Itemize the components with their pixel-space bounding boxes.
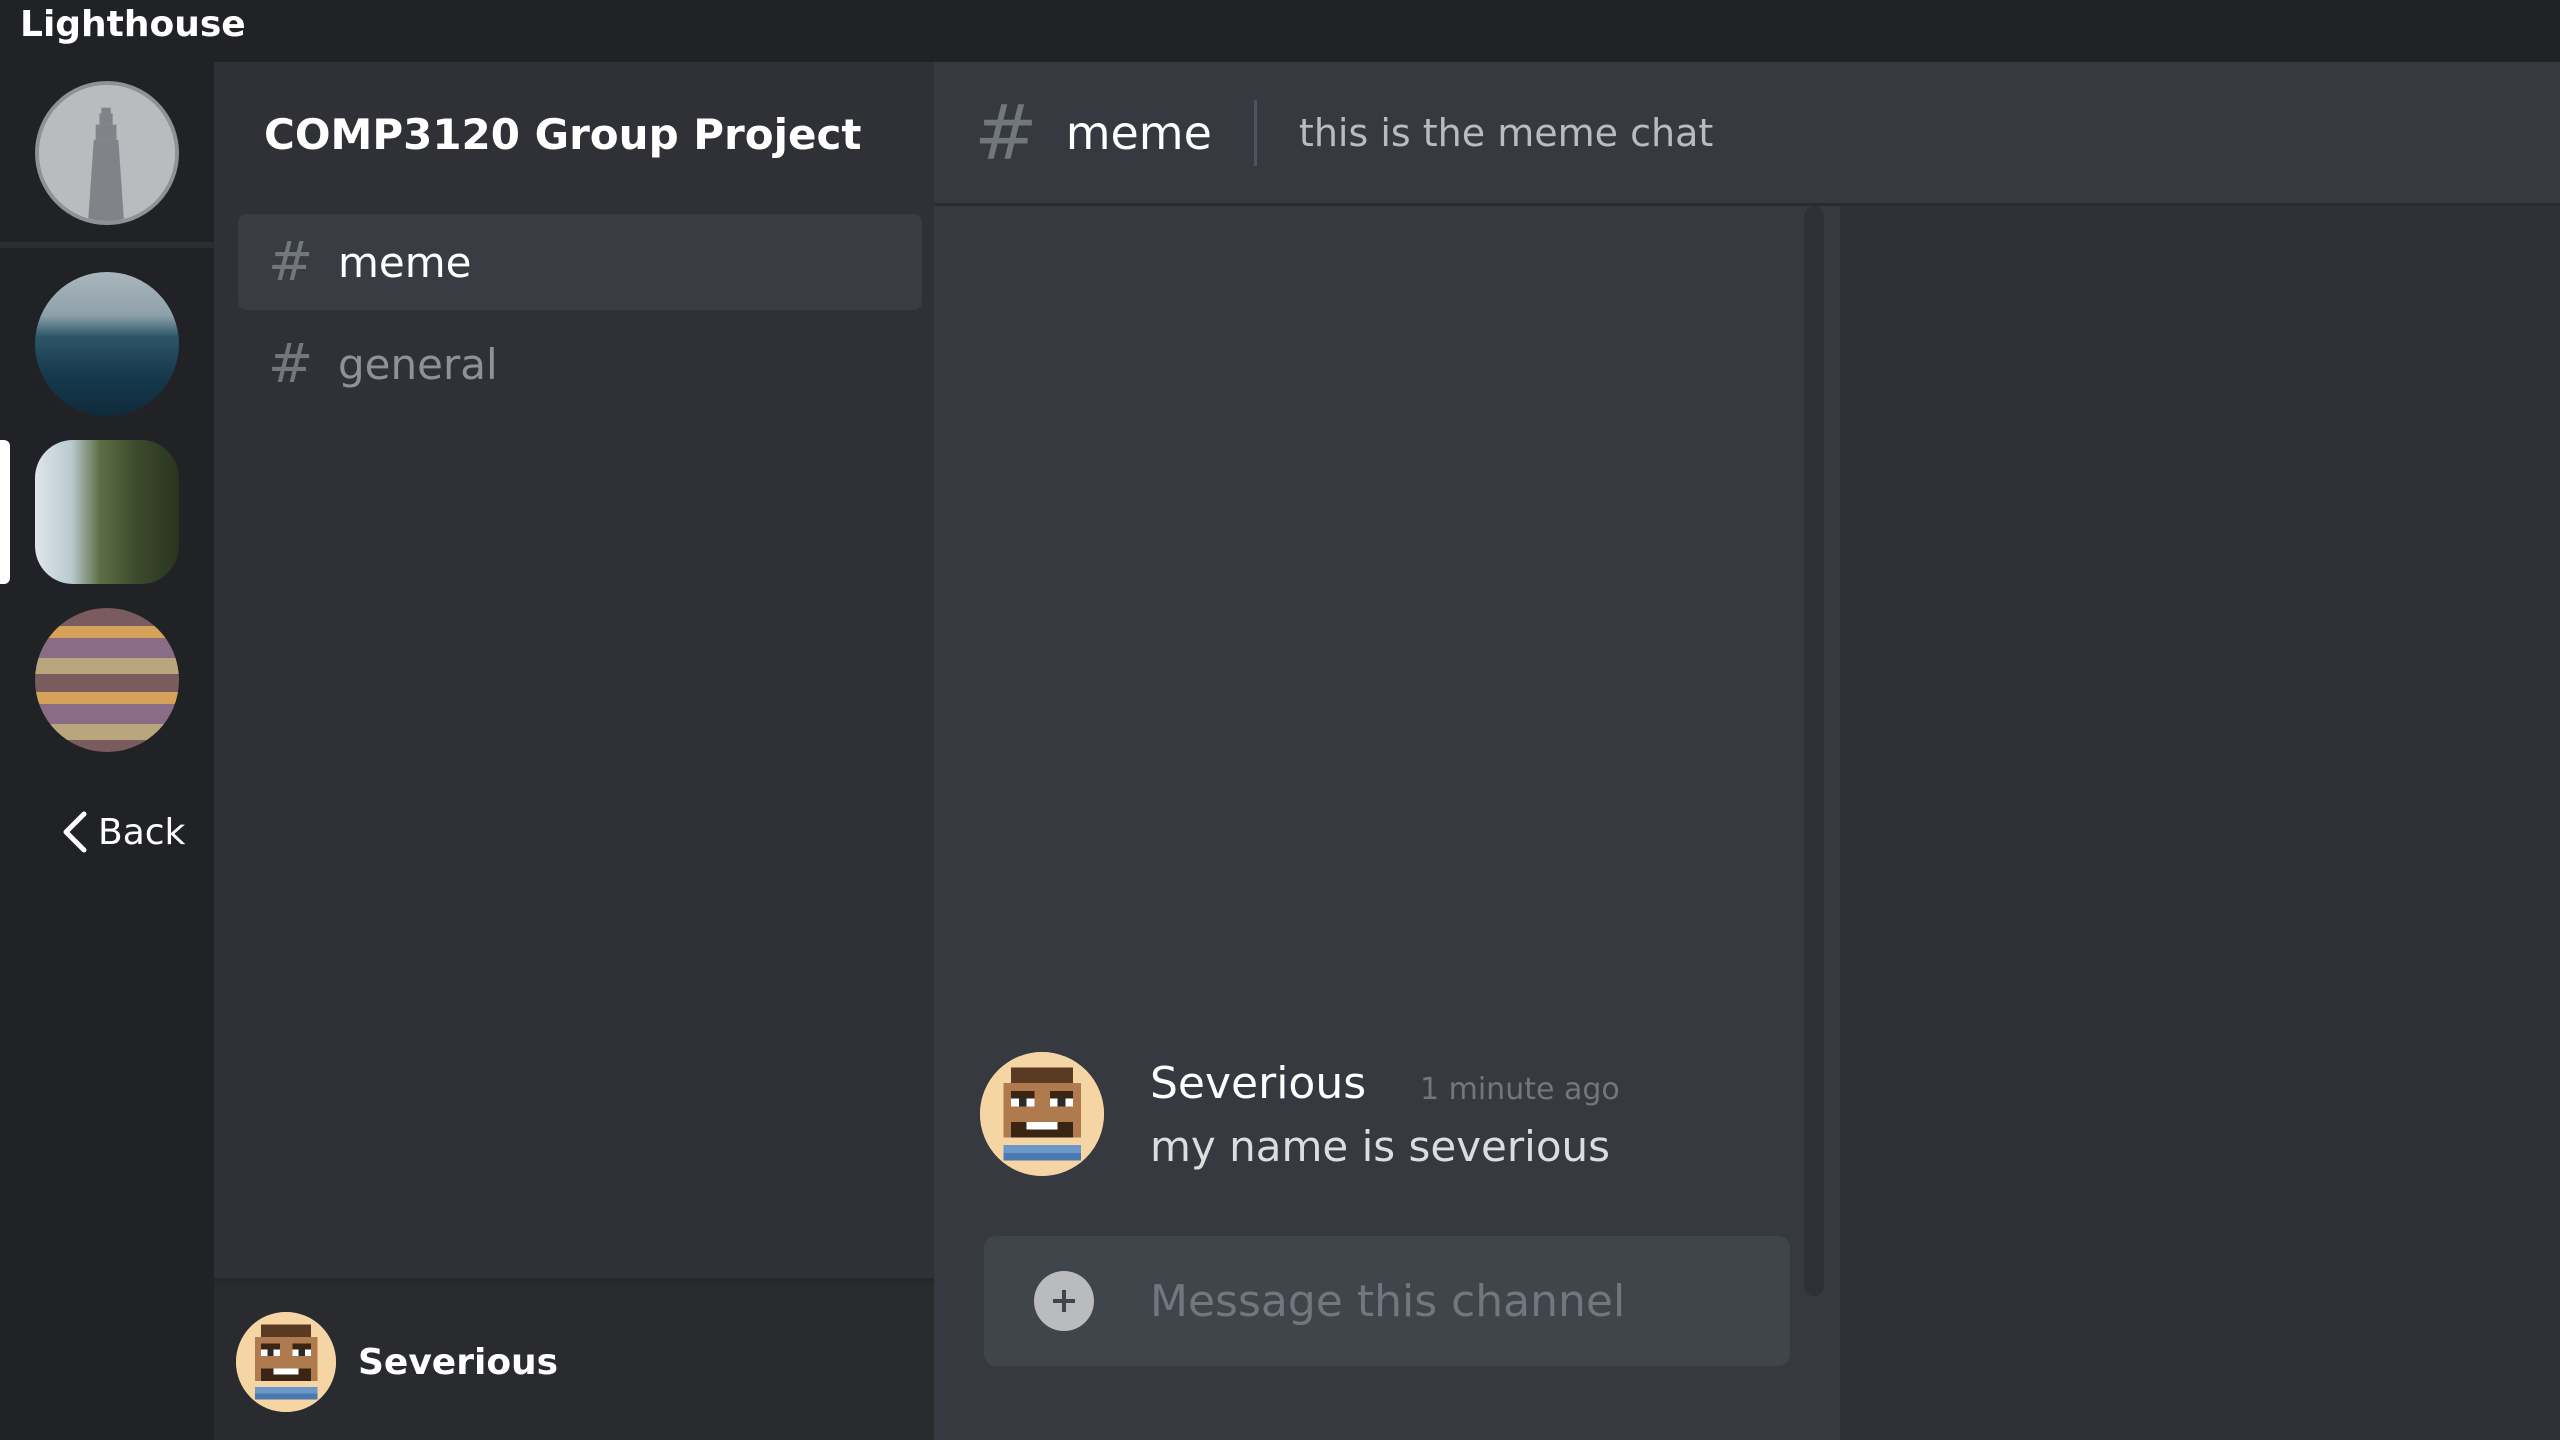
header-divider <box>1253 99 1257 166</box>
guild-header[interactable]: COMP3120 Group Project <box>214 62 934 206</box>
message-timestamp: 1 minute ago <box>1420 1072 1620 1107</box>
user-name: Severious <box>358 1341 559 1383</box>
active-server-indicator <box>0 440 10 584</box>
channel-label: meme <box>338 237 472 287</box>
message-content: my name is severious <box>1150 1122 1611 1171</box>
pixel-face-icon <box>236 1312 336 1412</box>
channel-sidebar: COMP3120 Group Project # meme # general <box>214 62 934 1440</box>
server-icon-cliff-road[interactable] <box>35 440 179 584</box>
chat-area: # meme this is the meme chat Severious 1… <box>934 62 2560 1440</box>
plus-icon <box>1053 1290 1075 1312</box>
server-rail: Back <box>0 62 214 1440</box>
user-panel: Severious <box>214 1278 934 1440</box>
message-composer <box>984 1236 1790 1366</box>
guild-name: COMP3120 Group Project <box>264 109 862 159</box>
hash-icon: # <box>974 87 1038 177</box>
add-attachment-button[interactable] <box>1034 1271 1094 1331</box>
channel-item-general[interactable]: # general <box>238 316 922 412</box>
message-author[interactable]: Severious <box>1150 1058 1366 1109</box>
right-panel <box>1840 62 2560 1440</box>
chevron-left-icon <box>63 811 87 853</box>
server-icon-ocean[interactable] <box>35 272 179 416</box>
server-icon-striped[interactable] <box>35 608 179 752</box>
message-avatar[interactable] <box>980 1052 1104 1176</box>
channel-label: general <box>338 339 498 389</box>
message-input[interactable] <box>1148 1261 1768 1341</box>
chat-header: # meme this is the meme chat <box>934 62 2560 206</box>
rail-divider <box>0 242 214 248</box>
app-title: Lighthouse <box>20 4 246 45</box>
scrollbar[interactable] <box>1804 206 1824 1296</box>
channel-topic: this is the meme chat <box>1298 110 1714 155</box>
back-button[interactable]: Back <box>58 802 185 862</box>
title-bar: Lighthouse <box>0 0 2560 62</box>
message-item: Severious 1 minute ago my name is severi… <box>980 1052 1780 1192</box>
channel-item-meme[interactable]: # meme <box>238 214 922 310</box>
pixel-face-icon <box>980 1052 1104 1176</box>
lighthouse-icon <box>39 85 175 221</box>
lighthouse-home-icon[interactable] <box>35 81 179 225</box>
hash-icon: # <box>268 332 314 395</box>
channel-title: meme <box>1065 105 1212 160</box>
hash-icon: # <box>268 230 314 293</box>
back-label: Back <box>98 811 186 853</box>
user-avatar[interactable] <box>236 1312 336 1412</box>
